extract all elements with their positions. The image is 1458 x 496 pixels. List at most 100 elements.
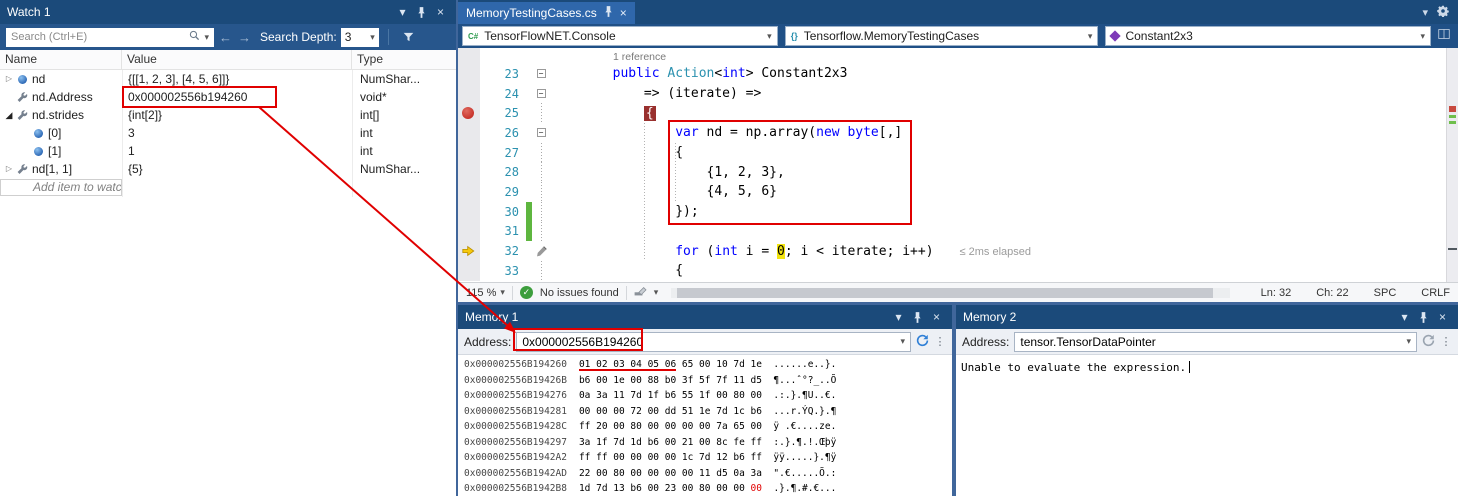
code-cleanup-icon[interactable] — [634, 286, 647, 300]
watch-row[interactable]: ▷nd[1, 1]{5}NumShar... — [0, 160, 456, 178]
fold-collapse-icon[interactable]: − — [537, 89, 546, 98]
memory-row[interactable]: 0x000002556B19428Cff 20 00 80 00 00 00 0… — [464, 419, 952, 435]
code-text[interactable]: {4, 5, 6} — [550, 184, 1458, 199]
scrollbar-thumb[interactable] — [677, 288, 1213, 298]
expander-expanded-icon[interactable]: ◢ — [3, 106, 15, 124]
code-text[interactable]: for (int i = 0; i < iterate; i++)≤ 2ms e… — [550, 244, 1458, 259]
watch-value[interactable]: 1 — [122, 142, 352, 160]
expander-collapsed-icon[interactable]: ▷ — [3, 70, 15, 88]
address-chevron-icon[interactable]: ▾ — [1406, 336, 1411, 347]
fold-collapse-icon[interactable]: − — [537, 128, 546, 137]
code-text[interactable]: => (iterate) => — [550, 86, 1458, 101]
code-text[interactable]: {1, 2, 3}, — [550, 165, 1458, 180]
expander-collapsed-icon[interactable]: ▷ — [3, 160, 15, 178]
address-chevron-icon[interactable]: ▾ — [900, 336, 905, 347]
fold-margin[interactable]: − — [532, 123, 550, 143]
memory1-titlebar[interactable]: Memory 1 ▾ × — [458, 305, 952, 329]
code-editor[interactable]: 1 reference23− public Action<int> Consta… — [458, 48, 1458, 282]
member-dropdown[interactable]: Constant2x3 ▾ — [1105, 26, 1431, 46]
watch-value[interactable]: {5} — [122, 160, 352, 178]
code-text[interactable]: var nd = np.array(new byte[,] — [550, 125, 1458, 140]
watch-value[interactable]: 0x000002556b194260 — [122, 88, 352, 106]
watch-row[interactable]: ▷nd{[[1, 2, 3], [4, 5, 6]]}NumShar... — [0, 70, 456, 88]
code-text[interactable]: { — [550, 145, 1458, 160]
project-dropdown[interactable]: C# TensorFlowNET.Console ▾ — [462, 26, 778, 46]
column-header-value[interactable]: Value — [122, 50, 352, 69]
toolbar-overflow-icon[interactable]: ⋮ — [1440, 335, 1452, 348]
code-text[interactable]: public Action<int> Constant2x3 — [550, 66, 1458, 81]
column-header-type[interactable]: Type — [352, 50, 456, 69]
memory-row[interactable]: 0x000002556B1942AD22 00 80 00 00 00 00 1… — [464, 466, 952, 482]
memory-row[interactable]: 0x000002556B19426Bb6 00 1e 00 88 b0 3f 5… — [464, 373, 952, 389]
breakpoint-margin[interactable] — [458, 182, 480, 202]
watch-value[interactable]: 3 — [122, 124, 352, 142]
breakpoint-margin[interactable] — [458, 123, 480, 143]
toolbar-overflow-icon[interactable]: ⋮ — [934, 335, 946, 348]
editor-gear-icon[interactable] — [1437, 5, 1449, 20]
refresh-icon-disabled[interactable] — [1422, 334, 1435, 350]
column-header-name[interactable]: Name — [0, 50, 122, 69]
pin-icon[interactable] — [909, 312, 926, 323]
active-files-chevron-icon[interactable]: ▾ — [1422, 6, 1428, 19]
issues-status[interactable]: No issues found — [540, 287, 619, 299]
memory2-address-input[interactable]: tensor.TensorDataPointer ▾ — [1014, 332, 1417, 352]
search-options-chevron-icon[interactable]: ▾ — [204, 32, 209, 43]
memory1-address-input[interactable]: 0x000002556B194260 ▾ — [516, 332, 911, 352]
watch-row[interactable]: [0]3int — [0, 124, 456, 142]
memory2-content[interactable]: Unable to evaluate the expression. — [956, 355, 1458, 496]
horizontal-scrollbar[interactable] — [671, 288, 1229, 298]
watch-value[interactable]: {[[1, 2, 3], [4, 5, 6]]} — [122, 70, 352, 88]
breakpoint-margin[interactable] — [458, 143, 480, 163]
close-icon[interactable]: × — [432, 5, 449, 19]
watch-row[interactable]: nd.Address0x000002556b194260void* — [0, 88, 456, 106]
cleanup-chevron-icon[interactable]: ▾ — [654, 287, 659, 298]
memory-row[interactable]: 0x000002556B1942760a 3a 11 7d 1f b6 55 1… — [464, 388, 952, 404]
search-icon[interactable] — [189, 30, 200, 44]
memory-row[interactable]: 0x000002556B1942A2ff ff 00 00 00 00 1c 7… — [464, 450, 952, 466]
window-position-chevron-icon[interactable]: ▾ — [394, 5, 411, 19]
watch-row[interactable]: ◢nd.strides{int[2]}int[] — [0, 106, 456, 124]
close-icon[interactable]: × — [928, 310, 945, 324]
memory-row[interactable]: 0x000002556B19426001 02 03 04 05 06 65 0… — [464, 357, 952, 373]
memory-row[interactable]: 0x000002556B1942973a 1f 7d 1d b6 00 21 0… — [464, 435, 952, 451]
window-position-chevron-icon[interactable]: ▾ — [890, 310, 907, 324]
breakpoint-margin[interactable] — [458, 48, 480, 64]
split-editor-icon[interactable] — [1438, 27, 1450, 45]
breakpoint-margin[interactable] — [458, 64, 480, 84]
breakpoint-margin[interactable] — [458, 84, 480, 104]
filter-icon[interactable] — [400, 32, 417, 42]
memory2-titlebar[interactable]: Memory 2 ▾ × — [956, 305, 1458, 329]
health-check-icon[interactable]: ✓ — [520, 286, 533, 299]
pin-icon[interactable] — [413, 7, 430, 18]
zoom-select[interactable]: 115 %▾ — [466, 287, 505, 299]
tab-close-icon[interactable]: × — [620, 6, 627, 20]
code-text[interactable]: { — [550, 263, 1458, 278]
type-dropdown[interactable]: {} Tensorflow.MemoryTestingCases ▾ — [785, 26, 1099, 46]
current-statement-arrow-icon[interactable] — [458, 241, 480, 261]
fold-margin[interactable]: − — [532, 64, 550, 84]
refresh-icon[interactable] — [916, 334, 929, 350]
search-prev-icon[interactable]: ← — [218, 30, 233, 45]
search-depth-select[interactable]: 3 ▾ — [341, 28, 379, 47]
window-position-chevron-icon[interactable]: ▾ — [1396, 310, 1413, 324]
close-icon[interactable]: × — [1434, 310, 1451, 324]
vertical-scrollbar[interactable] — [1446, 48, 1458, 282]
search-next-icon[interactable]: → — [237, 30, 252, 45]
search-input[interactable]: Search (Ctrl+E) ▾ — [6, 28, 214, 47]
tab-memorytestingcases[interactable]: MemoryTestingCases.cs × — [458, 2, 635, 24]
codelens-references[interactable]: 1 reference — [550, 51, 666, 63]
memory1-content[interactable]: 0x000002556B19426001 02 03 04 05 06 65 0… — [458, 355, 952, 496]
breakpoint-margin[interactable] — [458, 261, 480, 281]
fold-collapse-icon[interactable]: − — [537, 69, 546, 78]
watch-row[interactable]: [1]1int — [0, 142, 456, 160]
memory-row[interactable]: 0x000002556B1942B81d 7d 13 b6 00 23 00 8… — [464, 481, 952, 496]
watch-value[interactable]: {int[2]} — [122, 106, 352, 124]
fold-margin[interactable]: − — [532, 84, 550, 104]
breakpoint-margin[interactable] — [458, 202, 480, 222]
pin-icon[interactable] — [1415, 312, 1432, 323]
watch-value[interactable] — [122, 178, 352, 196]
breakpoint-margin[interactable] — [458, 222, 480, 242]
tab-pin-icon[interactable] — [604, 6, 613, 20]
code-text[interactable]: }); — [550, 204, 1458, 219]
code-text[interactable]: 1 reference — [550, 49, 1458, 64]
